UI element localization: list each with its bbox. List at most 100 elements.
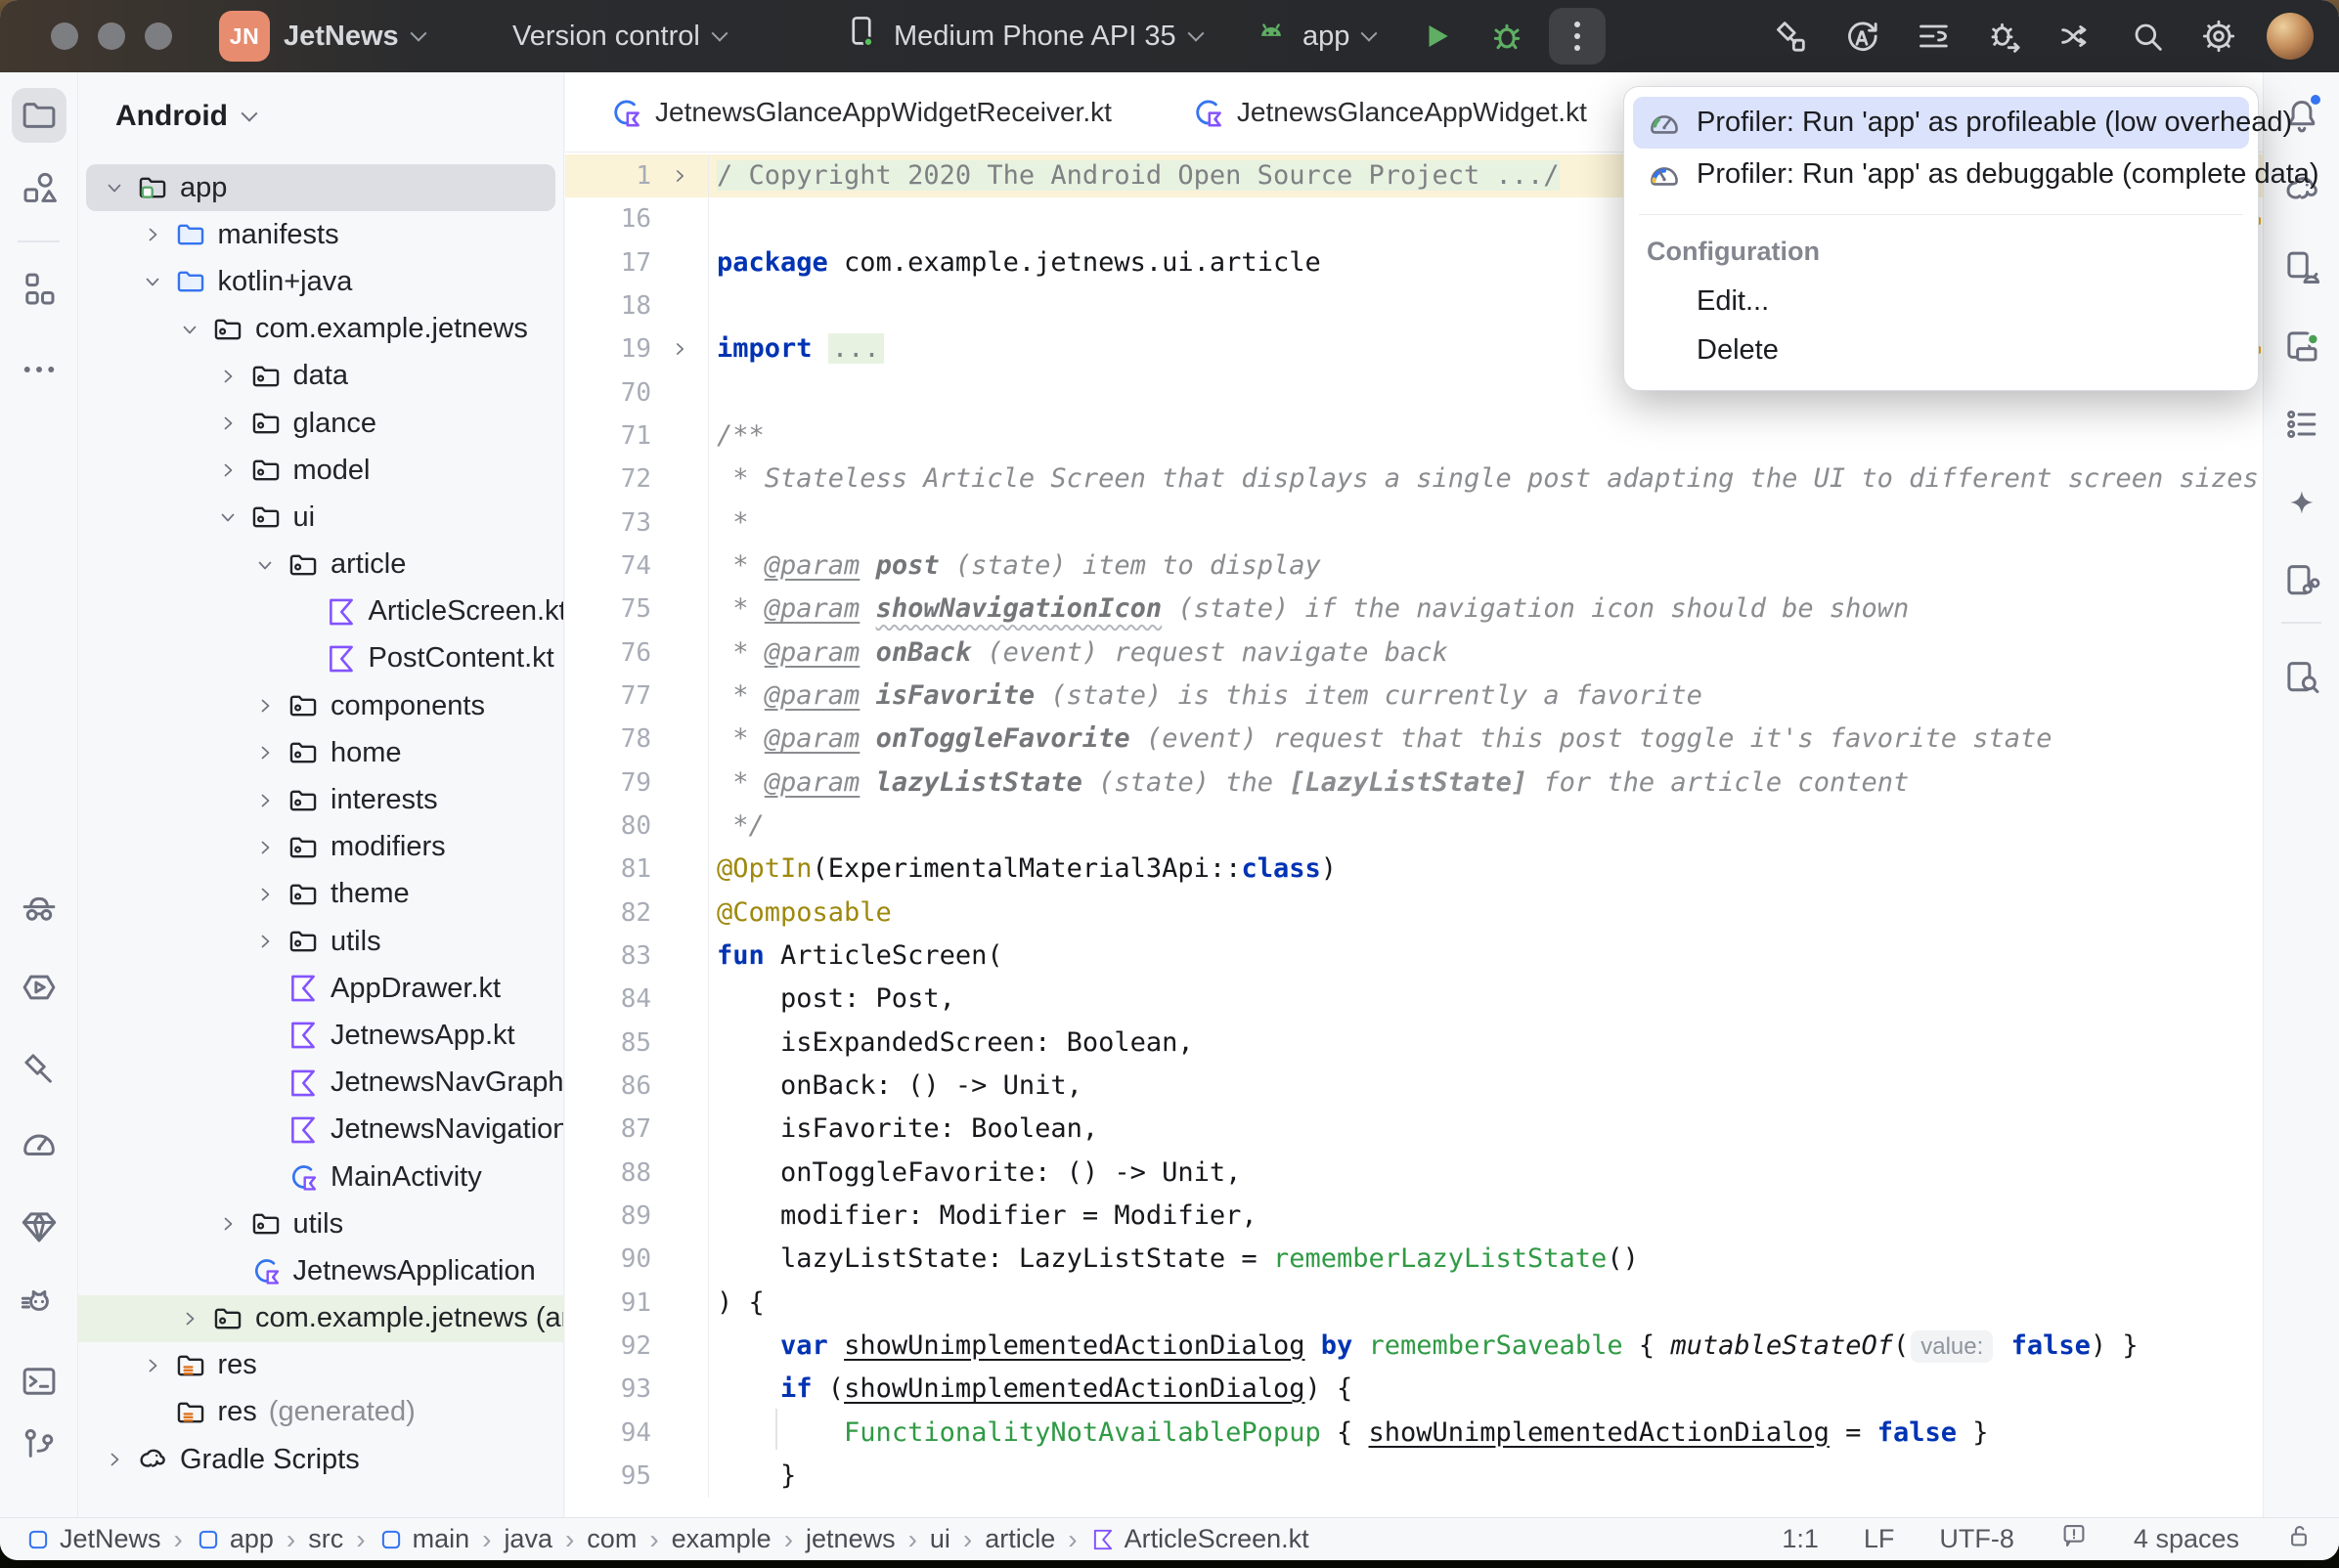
unlock-icon[interactable] [2284, 1521, 2314, 1557]
tree-item-home[interactable]: home [78, 729, 563, 776]
tree-item-ui[interactable]: ui [78, 494, 563, 541]
device-selector[interactable]: Medium Phone API 35 [843, 0, 1202, 72]
tree-item-mainactivity[interactable]: MainActivity [78, 1154, 563, 1200]
settings-gear-icon[interactable] [2183, 8, 2254, 65]
menu-action-edit[interactable]: Edit... [1633, 277, 2249, 326]
code-line-76[interactable]: 76 * @param onBack (event) request navig… [565, 632, 2263, 675]
fold-chevron-icon[interactable] [651, 154, 708, 197]
chevron-right-icon[interactable] [134, 1354, 171, 1377]
chevron-right-icon[interactable] [171, 1307, 208, 1330]
breadcrumb-item[interactable]: src [308, 1524, 343, 1554]
breadcrumb-item[interactable]: com [587, 1524, 637, 1554]
chevron-right-icon[interactable] [246, 694, 284, 718]
breadcrumb-item[interactable]: ui [930, 1524, 950, 1554]
build-tool-icon[interactable] [12, 1041, 66, 1096]
caret-position[interactable]: 1:1 [1782, 1524, 1819, 1554]
run-button[interactable] [1408, 8, 1465, 65]
code-line-89[interactable]: 89 modifier: Modifier = Modifier, [565, 1195, 2263, 1238]
tree-item-components[interactable]: components [78, 682, 563, 729]
code-line-72[interactable]: 72 * Stateless Article Screen that displ… [565, 457, 2263, 501]
chevron-right-icon[interactable] [246, 836, 284, 859]
terminal-icon[interactable] [12, 1354, 66, 1409]
git-branch-icon[interactable] [12, 1417, 66, 1472]
chevron-down-icon[interactable] [134, 270, 171, 293]
attach-debugger-icon[interactable] [1968, 8, 2040, 65]
encoding[interactable]: UTF-8 [1939, 1524, 2014, 1554]
tree-item-postcontent-kt[interactable]: PostContent.kt [78, 635, 563, 682]
tree-item-interests[interactable]: interests [78, 776, 563, 823]
code-line-90[interactable]: 90 lazyListState: LazyListState = rememb… [565, 1238, 2263, 1281]
menu-item-profiler[interactable]: Profiler: Run 'app' as debuggable (compl… [1633, 149, 2249, 200]
code-line-84[interactable]: 84 post: Post, [565, 978, 2263, 1021]
chevron-right-icon[interactable] [134, 223, 171, 246]
editor-tab[interactable]: JetnewsGlanceAppWidget.kt [1151, 72, 1626, 152]
tree-item-jetnewsnavigation[interactable]: JetnewsNavigation [78, 1107, 563, 1154]
gemini-sparkle-icon[interactable] [2274, 475, 2329, 530]
tree-item-utils[interactable]: utils [78, 918, 563, 965]
code-line-86[interactable]: 86 onBack: () -> Unit, [565, 1065, 2263, 1108]
vcs-widget[interactable]: Version control [512, 0, 726, 72]
structure-squares-icon[interactable] [12, 262, 66, 317]
chevron-right-icon[interactable] [209, 1212, 246, 1236]
code-line-79[interactable]: 79 * @param lazyListState (state) the [L… [565, 762, 2263, 805]
chevron-right-icon[interactable] [96, 1448, 133, 1471]
indent-setting[interactable]: 4 spaces [2134, 1524, 2239, 1554]
search-everywhere-icon[interactable] [2111, 8, 2183, 65]
code-line-74[interactable]: 74 * @param post (state) item to display [565, 544, 2263, 588]
breadcrumb-item[interactable]: article [985, 1524, 1055, 1554]
gemini-gem-icon[interactable] [12, 1199, 66, 1254]
menu-item-profiler[interactable]: Profiler: Run 'app' as profileable (low … [1633, 97, 2249, 149]
breadcrumb-item[interactable]: jetnews [806, 1524, 896, 1554]
more-tool-windows-icon[interactable] [12, 342, 66, 397]
editor-tab[interactable]: JetnewsGlanceAppWidgetReceiver.kt [569, 72, 1151, 152]
tree-item-jetnewsnavgraph[interactable]: JetnewsNavGraph. [78, 1060, 563, 1107]
chevron-right-icon[interactable] [209, 412, 246, 435]
chevron-down-icon[interactable] [246, 553, 284, 577]
more-run-options-button[interactable] [1549, 8, 1606, 65]
tree-item-com-example-jetnews[interactable]: com.example.jetnews [78, 306, 563, 353]
code-line-85[interactable]: 85 isExpandedScreen: Boolean, [565, 1022, 2263, 1065]
chevron-right-icon[interactable] [246, 741, 284, 764]
debug-button[interactable] [1478, 8, 1535, 65]
device-mirroring-icon[interactable] [2274, 553, 2329, 608]
breadcrumb-item[interactable]: java [504, 1524, 552, 1554]
tree-item-jetnewsapplication[interactable]: JetnewsApplication [78, 1247, 563, 1294]
chevron-down-icon[interactable] [209, 505, 246, 529]
profiler-tasks-icon[interactable] [1897, 8, 1968, 65]
tree-item-manifests[interactable]: manifests [78, 211, 563, 258]
code-line-82[interactable]: 82@Composable [565, 892, 2263, 935]
code-line-93[interactable]: 93 if (showUnimplementedActionDialog) { [565, 1368, 2263, 1411]
code-line-92[interactable]: 92 var showUnimplementedActionDialog by … [565, 1325, 2263, 1368]
tree-item-appdrawer-kt[interactable]: AppDrawer.kt [78, 965, 563, 1012]
tree-item-modifiers[interactable]: modifiers [78, 824, 563, 871]
tree-item-model[interactable]: model [78, 447, 563, 494]
inspection-balloon-icon[interactable] [2059, 1521, 2089, 1557]
line-ending[interactable]: LF [1864, 1524, 1895, 1554]
code-line-73[interactable]: 73 * [565, 501, 2263, 544]
structure-list-icon[interactable] [2274, 397, 2329, 452]
rename-refactor-icon[interactable] [1826, 8, 1897, 65]
tree-item-articlescreen-kt[interactable]: ArticleScreen.kt [78, 588, 563, 635]
project-widget[interactable]: JN JetNews [219, 0, 424, 72]
chevron-down-icon[interactable] [171, 318, 208, 341]
sync-arrows-icon[interactable] [2040, 8, 2111, 65]
chevron-right-icon[interactable] [246, 930, 284, 953]
chevron-right-icon[interactable] [209, 365, 246, 388]
code-line-80[interactable]: 80 */ [565, 805, 2263, 848]
tree-item-res[interactable]: res [78, 1342, 563, 1389]
resource-manager-icon[interactable] [12, 161, 66, 216]
user-avatar[interactable] [2254, 8, 2325, 65]
code-line-94[interactable]: 94 FunctionalityNotAvailablePopup { show… [565, 1412, 2263, 1455]
app-inspection-icon[interactable] [2274, 650, 2329, 705]
code-line-83[interactable]: 83fun ArticleScreen( [565, 935, 2263, 978]
tree-item-res[interactable]: res(generated) [78, 1389, 563, 1436]
run-anything-icon[interactable] [12, 960, 66, 1015]
breadcrumb-item[interactable]: app [196, 1524, 274, 1554]
code-line-75[interactable]: 75 * @param showNavigationIcon (state) i… [565, 588, 2263, 631]
tree-item-glance[interactable]: glance [78, 400, 563, 447]
maximize-window-button[interactable] [145, 22, 172, 50]
device-explorer-spy-icon[interactable] [12, 884, 66, 938]
tree-item-utils[interactable]: utils [78, 1200, 563, 1247]
tree-item-app[interactable]: app [86, 164, 555, 211]
logcat-cat-icon[interactable] [12, 1277, 66, 1331]
